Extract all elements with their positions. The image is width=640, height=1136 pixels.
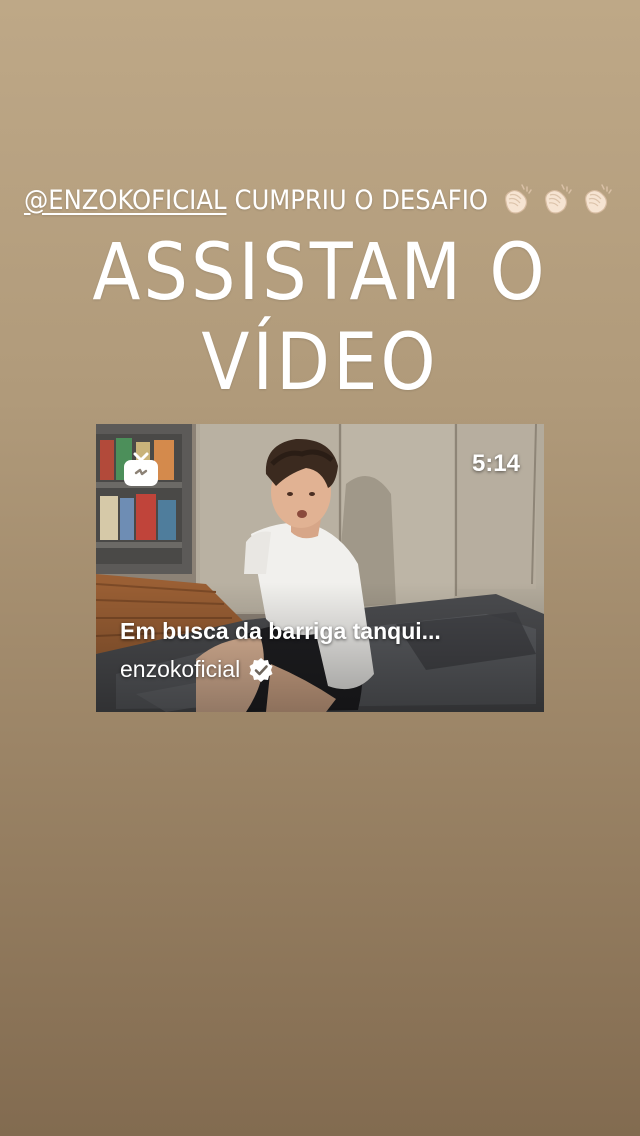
clapping-hands-icon <box>540 182 576 218</box>
video-duration: 5:14 <box>471 450 520 477</box>
igtv-video-card[interactable]: 5:14 Em busca da barriga tanqui... enzok… <box>96 424 544 712</box>
igtv-icon <box>122 452 160 488</box>
verified-badge-icon <box>248 657 274 683</box>
caption-text: CUMPRIU O DESAFIO <box>234 184 489 216</box>
story-canvas: @ENZOKOFICIAL CUMPRIU O DESAFIO ASSISTAM… <box>0 0 640 1136</box>
clap-emojis <box>500 182 616 218</box>
story-caption: @ENZOKOFICIAL CUMPRIU O DESAFIO <box>0 182 640 218</box>
mention-link[interactable]: @ENZOKOFICIAL <box>24 185 227 216</box>
video-author-name: enzokoficial <box>120 656 241 682</box>
clapping-hands-icon <box>500 182 536 218</box>
clapping-hands-icon <box>580 182 616 218</box>
story-headline: ASSISTAM O VÍDEO <box>92 228 548 408</box>
video-title: Em busca da barriga tanqui... <box>120 618 441 644</box>
video-author: enzokoficial <box>120 656 274 683</box>
